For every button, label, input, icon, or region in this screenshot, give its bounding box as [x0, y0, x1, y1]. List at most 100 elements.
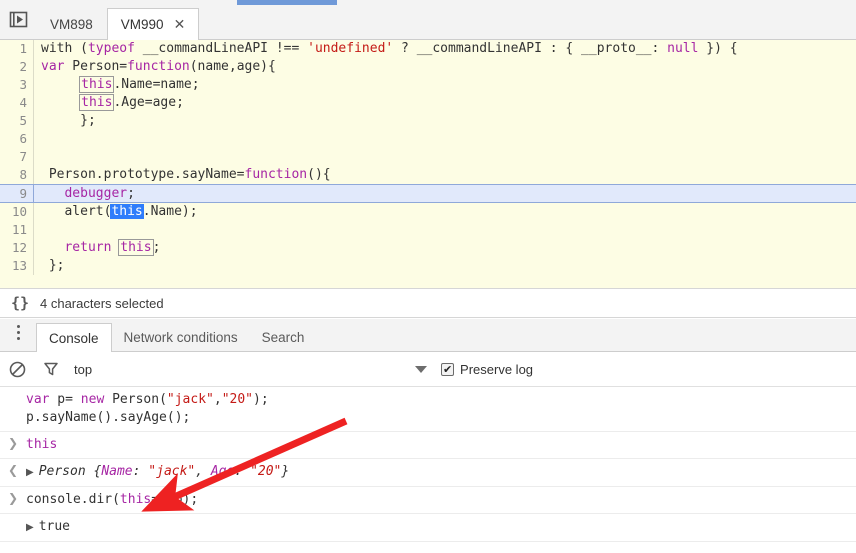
tab-vm898[interactable]: VM898	[36, 9, 107, 39]
code-text: this.Age=age;	[34, 94, 184, 112]
console-entry-line: ▶ Person {Name: "jack", Age: "20"}	[26, 463, 289, 482]
console-token: "20"	[221, 392, 254, 407]
console-token: ,	[195, 464, 211, 479]
code-token: .Name);	[142, 204, 198, 219]
console-input-row[interactable]: var p= new Person("jack","20"); p.sayName…	[0, 387, 856, 432]
console-entry-line: var p= new Person("jack","20");	[26, 391, 269, 409]
clear-console-icon[interactable]	[0, 352, 34, 386]
console-token: new	[80, 392, 105, 407]
console-context-selector[interactable]: top	[74, 362, 92, 377]
code-line[interactable]: 2 var Person=function(name,age){	[0, 58, 856, 76]
line-number[interactable]: 5	[0, 112, 34, 130]
code-token: ;	[127, 186, 135, 201]
console-token: :	[234, 464, 251, 479]
code-line[interactable]: 6	[0, 130, 856, 148]
code-line[interactable]: 4 this.Age=age;	[0, 94, 856, 112]
line-number[interactable]: 12	[0, 239, 34, 257]
preserve-log-checkbox[interactable]: ✔	[441, 362, 455, 376]
selection-status-text: 4 characters selected	[40, 295, 164, 311]
console-input-row[interactable]: ❯ console.dir(this===p);	[0, 487, 856, 514]
code-text: };	[34, 257, 65, 275]
console-token: Age	[210, 464, 235, 479]
console-entry-text: console.dir(this===p);	[26, 487, 198, 513]
code-line[interactable]: 11	[0, 221, 856, 239]
chevron-left-icon: ❮	[7, 463, 19, 477]
console-result-row[interactable]: ▶ true	[0, 514, 856, 542]
line-number[interactable]: 9	[0, 185, 34, 202]
code-token: ;	[152, 240, 161, 255]
expand-triangle-icon[interactable]: ▶	[26, 467, 34, 478]
code-line[interactable]: 7	[0, 148, 856, 166]
code-text: Person.prototype.sayName=function(){	[34, 166, 331, 184]
code-line[interactable]: 5 };	[0, 112, 856, 130]
tab-search[interactable]: Search	[250, 323, 317, 351]
filter-funnel-icon[interactable]	[34, 352, 68, 386]
chevron-down-icon[interactable]	[415, 365, 428, 373]
console-token: Person	[38, 464, 94, 479]
code-token: (){	[307, 167, 331, 182]
console-token: ,	[213, 392, 222, 407]
tab-label: VM990	[120, 17, 164, 32]
code-token: debugger	[64, 186, 128, 201]
console-toolbar: top ✔ Preserve log	[0, 352, 856, 387]
code-text: };	[34, 112, 96, 130]
code-line[interactable]: 1 with (typeof __commandLineAPI !== 'unde…	[0, 40, 856, 58]
line-number[interactable]: 1	[0, 40, 34, 58]
kebab-menu-icon[interactable]	[0, 319, 36, 351]
console-result-row[interactable]: ❮ ▶ Person {Name: "jack", Age: "20"}	[0, 459, 856, 487]
code-line[interactable]: 12 return this;	[0, 239, 856, 257]
console-token: );	[253, 392, 269, 407]
console-token: Person(	[104, 392, 167, 407]
code-line[interactable]: 10 alert(this.Name);	[0, 203, 856, 221]
console-rows: var p= new Person("jack","20"); p.sayName…	[0, 387, 856, 542]
line-number[interactable]: 8	[0, 166, 34, 184]
code-token: (name,age){	[189, 59, 276, 74]
line-number[interactable]: 6	[0, 130, 34, 148]
code-token: alert(	[41, 204, 112, 219]
line-number[interactable]: 11	[0, 221, 34, 239]
step-into-frame-icon[interactable]	[0, 5, 36, 39]
console-token: console.dir(	[26, 492, 120, 507]
code-token: .Name=name;	[113, 77, 200, 92]
console-token: p.sayName().sayAge();	[26, 410, 191, 425]
line-number[interactable]: 3	[0, 76, 34, 94]
source-tabbar: VM898 VM990 ✕	[0, 5, 856, 40]
console-entry-line: console.dir(this===p);	[26, 491, 198, 509]
console-input-row[interactable]: ❯ this	[0, 432, 856, 459]
preserve-log-toggle[interactable]: ✔ Preserve log	[441, 362, 533, 377]
expand-triangle-icon[interactable]: ▶	[26, 522, 34, 533]
line-number[interactable]: 2	[0, 58, 34, 76]
line-number[interactable]: 7	[0, 148, 34, 166]
code-text: alert(this.Name);	[34, 203, 198, 221]
console-output[interactable]: var p= new Person("jack","20"); p.sayName…	[0, 387, 856, 553]
curly-braces-icon[interactable]: {}	[0, 294, 40, 312]
tab-network-conditions[interactable]: Network conditions	[112, 323, 250, 351]
code-line[interactable]: 13 };	[0, 257, 856, 275]
console-token: ===p);	[151, 492, 199, 507]
tab-vm990[interactable]: VM990 ✕	[106, 8, 200, 40]
code-line[interactable]: 8 Person.prototype.sayName=function(){	[0, 166, 856, 184]
devtools-window: VM898 VM990 ✕ 1 with (typeof __commandLin…	[0, 0, 856, 553]
line-number[interactable]: 10	[0, 203, 34, 221]
console-entry-line: p.sayName().sayAge();	[26, 409, 269, 427]
code-text: with (typeof __commandLineAPI !== 'undef…	[34, 40, 738, 58]
editor-statusbar: {} 4 characters selected	[0, 288, 856, 318]
occurrence-token: this	[118, 239, 154, 256]
line-number[interactable]: 4	[0, 94, 34, 112]
code-line[interactable]: 9 debugger;	[0, 184, 856, 203]
close-icon[interactable]: ✕	[174, 18, 186, 32]
code-line[interactable]: 3 this.Name=name;	[0, 76, 856, 94]
source-code-editor[interactable]: 1 with (typeof __commandLineAPI !== 'unde…	[0, 40, 856, 288]
check-icon: ✔	[442, 362, 453, 376]
console-token: "jack"	[148, 464, 196, 479]
code-token: null	[667, 41, 699, 56]
tab-console[interactable]: Console	[36, 323, 112, 352]
console-entry-line: this	[26, 436, 57, 454]
line-number[interactable]: 13	[0, 257, 34, 275]
console-token: this	[26, 437, 58, 452]
chevron-right-icon: ❯	[0, 487, 26, 504]
console-token: :	[132, 464, 149, 479]
